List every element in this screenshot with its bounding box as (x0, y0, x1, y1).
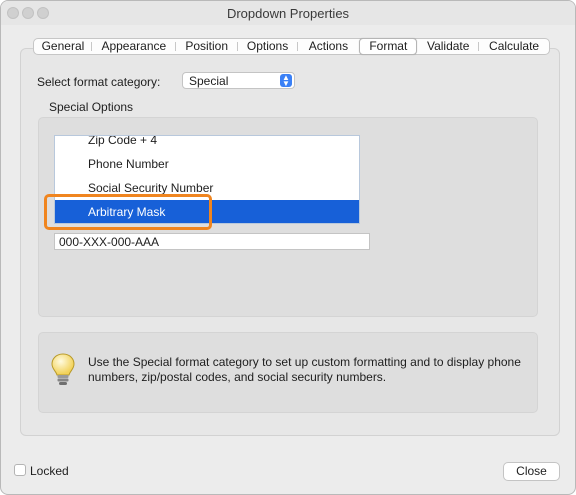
hint-text: Use the Special format category to set u… (88, 355, 521, 384)
arbitrary-mask-input[interactable]: 000-XXX-000-AAA (54, 233, 370, 250)
dropdown-properties-window: Dropdown Properties General Appearance P… (0, 0, 576, 495)
tab-appearance[interactable]: Appearance (92, 39, 176, 54)
tab-calculate[interactable]: Calculate (479, 39, 549, 54)
tab-actions[interactable]: Actions (298, 39, 360, 54)
list-item[interactable]: Phone Number (55, 152, 359, 176)
format-category-label: Select format category: (37, 75, 161, 89)
tab-validate[interactable]: Validate (417, 39, 480, 54)
tab-format[interactable]: Format (359, 38, 418, 55)
title-bar: Dropdown Properties (1, 1, 575, 25)
tab-general[interactable]: General (34, 39, 92, 54)
locked-checkbox[interactable] (14, 464, 26, 476)
list-item[interactable]: Zip Code + 4 (55, 136, 359, 152)
chevron-up-down-icon: ▲ ▼ (280, 73, 292, 87)
tab-options[interactable]: Options (238, 39, 298, 54)
close-button[interactable]: Close (503, 462, 560, 481)
lightbulb-icon (51, 353, 75, 385)
format-category-select[interactable]: Special ▲ ▼ (182, 72, 295, 89)
window-title: Dropdown Properties (226, 6, 350, 21)
tab-bar: General Appearance Position Options Acti… (33, 38, 550, 55)
format-category-value: Special (189, 74, 229, 88)
tab-position[interactable]: Position (176, 39, 238, 54)
callout-highlight (44, 194, 212, 230)
locked-label: Locked (30, 464, 69, 478)
arbitrary-mask-value: 000-XXX-000-AAA (59, 235, 160, 249)
special-options-label: Special Options (49, 100, 134, 114)
